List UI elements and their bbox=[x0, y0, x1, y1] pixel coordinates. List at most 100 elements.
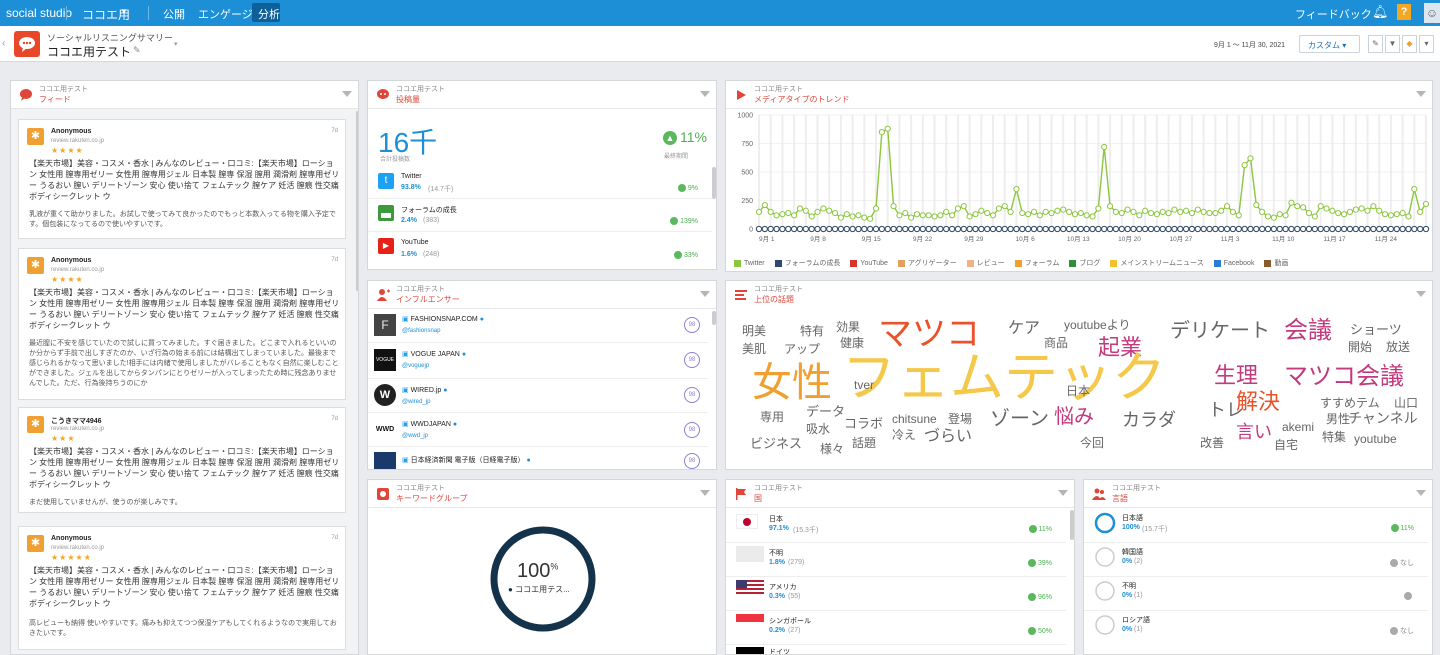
language-row[interactable]: 不明 0% (1) bbox=[1084, 577, 1428, 611]
language-row[interactable]: ロシア語 0% (1) なし bbox=[1084, 611, 1428, 645]
chevron-down-icon[interactable]: ▾ bbox=[174, 40, 178, 48]
back-chevron-icon[interactable]: ‹ bbox=[2, 38, 5, 49]
bell-icon[interactable]: 🔔︎ bbox=[1372, 4, 1389, 20]
topic-word[interactable]: コラボ bbox=[844, 417, 883, 430]
author-name[interactable]: Anonymous bbox=[51, 535, 91, 542]
post-source[interactable]: review.rakuten.co.jp bbox=[51, 267, 104, 273]
edit-icon[interactable]: ✎ bbox=[1368, 35, 1383, 53]
legend-item[interactable]: YouTube bbox=[850, 259, 888, 267]
topic-word[interactable]: 登場 bbox=[948, 413, 972, 425]
topic-word[interactable]: 開始 bbox=[1348, 341, 1372, 353]
legend-item[interactable]: 動画 bbox=[1264, 259, 1288, 267]
author-name[interactable]: Anonymous bbox=[51, 128, 91, 135]
influencer-name[interactable]: 日本経済新聞 電子版（日経電子版） bbox=[411, 457, 525, 464]
more-dropdown-icon[interactable]: ▾ bbox=[1419, 35, 1434, 53]
influencer-name[interactable]: FASHIONSNAP.COM bbox=[411, 316, 478, 323]
topic-word[interactable]: 美肌 bbox=[742, 343, 766, 355]
scrollbar[interactable] bbox=[356, 111, 358, 291]
topic-word[interactable]: ケア bbox=[1008, 321, 1040, 337]
influencer-name[interactable]: VOGUE JAPAN bbox=[411, 351, 460, 358]
tab-publish[interactable]: 公開 bbox=[163, 6, 185, 22]
topic-word[interactable]: チャンネル bbox=[1348, 411, 1418, 425]
topic-word[interactable]: 悩み bbox=[1054, 407, 1094, 427]
country-row[interactable]: 不明 1.8% (279) 39% bbox=[726, 543, 1066, 577]
topic-word[interactable]: 生理 bbox=[1214, 365, 1258, 387]
topic-word[interactable]: 自宅 bbox=[1274, 439, 1298, 451]
topic-word[interactable]: akemi bbox=[1282, 421, 1314, 433]
topic-word[interactable]: カラダ bbox=[1122, 411, 1176, 429]
topic-word[interactable]: 言い bbox=[1236, 423, 1272, 441]
topic-word[interactable]: 吸水 bbox=[806, 423, 830, 435]
topic-word[interactable]: youtubeより bbox=[1064, 319, 1130, 331]
influencer-handle[interactable]: @wwd_jp bbox=[402, 433, 428, 439]
topic-word[interactable]: youtube bbox=[1354, 433, 1397, 445]
feed-post[interactable]: ✱ Anonymous review.rakuten.co.jp ★★★★★ 7… bbox=[18, 526, 346, 650]
filter-icon[interactable]: ▼ bbox=[1385, 35, 1400, 53]
topic-word[interactable]: tver bbox=[854, 379, 874, 391]
topic-word[interactable]: 会議 bbox=[1284, 319, 1332, 343]
chevron-down-icon[interactable]: ▼ bbox=[120, 7, 128, 16]
topic-word[interactable]: 冷え bbox=[892, 429, 916, 441]
trend-line-chart[interactable]: 0 250 500 750 1000 9月 1 9月 8 9月 15 9月 22 9月 29 10月… bbox=[726, 109, 1433, 249]
influencer-row[interactable]: ▣ 日本経済新聞 電子版（日経電子版） ● 98 bbox=[368, 447, 708, 469]
influencer-row[interactable]: W ▣ WIRED.jp ● @wired_jp 98 bbox=[368, 379, 708, 413]
source-row[interactable]: フォーラムの成長 2.4% (383) 139% bbox=[368, 199, 712, 232]
legend-item[interactable]: レビュー bbox=[966, 259, 1005, 267]
source-row[interactable]: t Twitter 93.8% (14.7千) 9% bbox=[368, 167, 712, 199]
topic-word[interactable]: ビジネス bbox=[750, 437, 802, 450]
scrollbar[interactable] bbox=[1070, 510, 1074, 540]
legend-item[interactable]: フォーラムの成長 bbox=[774, 259, 840, 267]
influencer-avatar[interactable] bbox=[374, 452, 396, 469]
influencer-avatar[interactable]: VOGUE bbox=[374, 349, 396, 371]
feed-post[interactable]: ✱ Anonymous review.rakuten.co.jp ★★★★ 7d… bbox=[18, 248, 346, 400]
tab-engage[interactable]: エンゲージ bbox=[198, 6, 253, 22]
topic-word[interactable]: ショーツ bbox=[1350, 323, 1402, 336]
influencer-name[interactable]: WWDJAPAN bbox=[411, 421, 451, 428]
topic-word[interactable]: 効果 bbox=[836, 321, 860, 333]
topic-word[interactable]: データ bbox=[806, 405, 845, 418]
country-row[interactable]: 日本 97.1% (15.3千) 11% bbox=[726, 509, 1066, 543]
country-row[interactable]: ドイツ bbox=[726, 645, 1066, 654]
topic-word[interactable]: アップ bbox=[784, 343, 820, 355]
topic-word[interactable]: 解決 bbox=[1236, 391, 1280, 413]
scrollbar[interactable] bbox=[712, 167, 716, 199]
influencer-avatar[interactable]: WWD bbox=[374, 419, 396, 441]
post-source[interactable]: review.rakuten.co.jp bbox=[51, 545, 104, 551]
topic-word[interactable]: 話題 bbox=[852, 437, 876, 449]
legend-item[interactable]: アグリゲーター bbox=[897, 259, 957, 267]
app-name[interactable]: social studio bbox=[6, 6, 72, 20]
widget-menu-icon[interactable] bbox=[1416, 91, 1426, 97]
legend-item[interactable]: メインストリームニュース bbox=[1110, 259, 1204, 267]
topic-word[interactable]: 日本 bbox=[1066, 385, 1090, 397]
legend-item[interactable]: ブログ bbox=[1069, 259, 1100, 267]
source-row[interactable]: ▶ YouTube 1.6% (248) 33% bbox=[368, 232, 712, 268]
influencer-handle[interactable]: @voguejp bbox=[402, 363, 429, 369]
influencer-row[interactable]: WWD ▣ WWDJAPAN ● @wwd_jp 98 bbox=[368, 413, 708, 447]
custom-range-dropdown[interactable]: カスタム ▾ bbox=[1299, 35, 1360, 53]
edit-pencil-icon[interactable]: ✎ bbox=[133, 45, 141, 56]
legend-item[interactable]: Twitter bbox=[734, 259, 765, 267]
topic-word[interactable]: 男性 bbox=[1326, 413, 1350, 425]
legend-item[interactable]: Facebook bbox=[1213, 259, 1254, 267]
topic-word[interactable]: フェムテック bbox=[842, 351, 1166, 405]
influencer-avatar[interactable]: F bbox=[374, 314, 396, 336]
topic-word[interactable]: 特有 bbox=[800, 325, 824, 337]
country-row[interactable]: アメリカ 0.3% (55) 96% bbox=[726, 577, 1066, 611]
widget-menu-icon[interactable] bbox=[700, 291, 710, 297]
widget-menu-icon[interactable] bbox=[1416, 490, 1426, 496]
topic-word[interactable]: 様々 bbox=[820, 443, 844, 455]
topic-word[interactable]: ゾーン bbox=[990, 409, 1049, 429]
language-row[interactable]: 韓国語 0% (2) なし bbox=[1084, 543, 1428, 577]
post-source[interactable]: review.rakuten.co.jp bbox=[51, 138, 104, 144]
topic-word[interactable]: 改善 bbox=[1200, 437, 1224, 449]
country-row[interactable]: シンガポール 0.2% (27) 50% bbox=[726, 611, 1066, 645]
influencer-handle[interactable]: @fashionsnap bbox=[402, 328, 440, 334]
widget-menu-icon[interactable] bbox=[1058, 490, 1068, 496]
share-icon[interactable]: ◆ bbox=[1402, 35, 1417, 53]
legend-item[interactable]: フォーラム bbox=[1014, 259, 1059, 267]
topic-word[interactable]: マツコ会議 bbox=[1284, 365, 1404, 389]
topic-word[interactable]: chitsune bbox=[892, 413, 937, 425]
influencer-row[interactable]: F ▣ FASHIONSNAP.COM ● @fashionsnap 98 bbox=[368, 310, 708, 343]
widget-menu-icon[interactable] bbox=[342, 91, 352, 97]
influencer-name[interactable]: WIRED.jp bbox=[411, 387, 442, 394]
